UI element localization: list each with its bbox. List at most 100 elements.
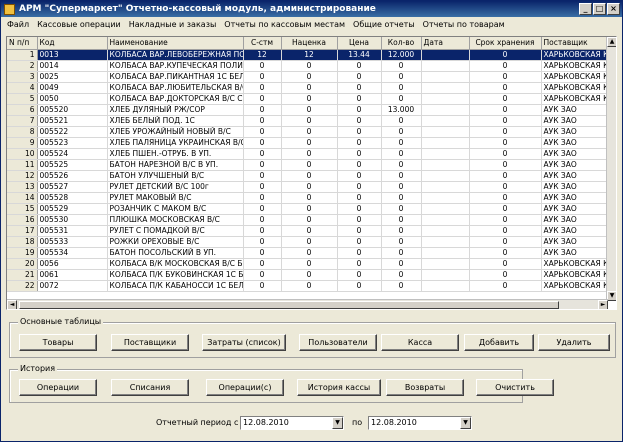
table-cell — [421, 82, 470, 94]
table-row[interactable]: 1 0013 КОЛБАСА ВАР.ЛЕВОБЕРЕЖНАЯ ПОЛИ 12 12 13… — [7, 49, 614, 61]
scroll-right-arrow-icon[interactable]: ► — [598, 300, 608, 309]
scroll-up-arrow-icon[interactable]: ▲ — [607, 37, 616, 47]
table-cell: 8 — [7, 126, 38, 138]
clear-button[interactable]: Очистить — [476, 379, 554, 396]
title-bar[interactable]: АРМ "Супермаркет" Отчетно-кассовый модул… — [1, 1, 622, 17]
menu-general-reports[interactable]: Общие отчеты — [349, 20, 419, 29]
column-header-quantity[interactable]: Кол-во — [381, 37, 422, 50]
table-cell: 9 — [7, 137, 38, 149]
table-cell: 0 — [337, 82, 382, 94]
operations-c-button[interactable]: Операции(с) — [206, 379, 284, 396]
suppliers-button[interactable]: Поставщики — [111, 334, 189, 351]
table-row[interactable]: 13 005527 РУЛЕТ ДЕТСКИЙ В/С 100г 0 0 0 0 0 АУК З… — [7, 181, 614, 193]
maximize-button[interactable]: □ — [593, 3, 606, 15]
table-cell: 0 — [243, 115, 282, 127]
column-header-markup[interactable]: Наценка — [281, 37, 338, 50]
cash-register-button[interactable]: Касса — [381, 334, 459, 351]
table-row[interactable]: 18 005533 РОЖКИ ОРЕХОВЫЕ В/С 0 0 0 0 0 АУК ЗАО — [7, 236, 614, 248]
table-cell: 16 — [7, 214, 38, 226]
table-row[interactable]: 16 005530 ПЛЮШКА МОСКОВСКАЯ В/С 0 0 0 0 0 АУК ЗА… — [7, 214, 614, 226]
add-button[interactable]: Добавить — [464, 334, 534, 351]
table-row[interactable]: 22 0072 КОЛБАСА П/К КАБАНОССИ 1С БЕЛК 0 0 0 0 0… — [7, 280, 614, 292]
users-button[interactable]: Пользователи — [299, 334, 377, 351]
table-row[interactable]: 5 0050 КОЛБАСА ВАР.ДОКТОРСКАЯ В/С СИ 0 0 0 0 0 Х… — [7, 93, 614, 105]
table-cell: КОЛБАСА ВАР.КУПЕЧЕСКАЯ ПОЛИА — [107, 60, 244, 72]
table-row[interactable]: 15 005529 РОЗАНЧИК С МАКОМ В/С 0 0 0 0 0 АУК ЗАО — [7, 203, 614, 215]
table-cell: 6 — [7, 104, 38, 116]
table-cell: 0 — [469, 126, 542, 138]
table-row[interactable]: 21 0061 КОЛБАСА П/К БУКОВИНСКАЯ 1С БЕЛ 0 0 0 0… — [7, 269, 614, 281]
scroll-down-arrow-icon[interactable]: ▼ — [607, 291, 616, 301]
table-cell: 0 — [381, 269, 422, 281]
table-cell: 0 — [337, 93, 382, 105]
column-header-cost[interactable]: С-стм — [243, 37, 282, 50]
table-row[interactable]: 2 0014 КОЛБАСА ВАР.КУПЕЧЕСКАЯ ПОЛИА 0 0 0 0 0 ХА… — [7, 60, 614, 72]
table-row[interactable]: 7 005521 ХЛЕБ БЕЛЫЙ ПОД. 1С 0 0 0 0 0 АУК ЗАО — [7, 115, 614, 127]
menu-cashier-reports[interactable]: Отчеты по кассовым местам — [220, 20, 349, 29]
chevron-down-icon[interactable]: ▼ — [332, 417, 343, 429]
vertical-scrollbar[interactable]: ▲ ▼ — [606, 37, 616, 301]
table-cell: 0 — [281, 192, 338, 204]
column-header-shelf-life[interactable]: Срок хранения — [469, 37, 542, 50]
table-cell: 0 — [381, 214, 422, 226]
column-header-supplier[interactable]: Поставщик — [541, 37, 614, 50]
horizontal-scroll-thumb[interactable] — [19, 301, 559, 309]
chevron-down-icon[interactable]: ▼ — [460, 417, 471, 429]
menu-cash-operations[interactable]: Кассовые операции — [33, 20, 125, 29]
table-row[interactable]: 14 005528 РУЛЕТ МАКОВЫЙ В/С 0 0 0 0 0 АУК ЗАО — [7, 192, 614, 204]
horizontal-scrollbar[interactable]: ◄ ► — [7, 299, 608, 309]
table-row[interactable]: 8 005522 ХЛЕБ УРОЖАЙНЫЙ НОВЫЙ В/С 0 0 0 0 0 АУК … — [7, 126, 614, 138]
table-cell: 4 — [7, 82, 38, 94]
table-cell: 0 — [337, 148, 382, 160]
table-row[interactable]: 11 005525 БАТОН НАРЕЗНОЙ В/С В УП. 0 0 0 0 0 АУК… — [7, 159, 614, 171]
column-header-price[interactable]: Цена — [337, 37, 382, 50]
menu-file[interactable]: Файл — [3, 20, 33, 29]
table-cell: 0 — [381, 170, 422, 182]
period-from-combo[interactable]: 12.08.2010 ▼ — [240, 416, 344, 430]
products-button[interactable]: Товары — [19, 334, 97, 351]
table-row[interactable]: 3 0025 КОЛБАСА ВАР.ПИКАНТНАЯ 1С БЕЛК 0 0 0 0 0 Х… — [7, 71, 614, 83]
menu-product-reports[interactable]: Отчеты по товарам — [419, 20, 509, 29]
table-cell: 0 — [243, 170, 282, 182]
table-row[interactable]: 17 005531 РУЛЕТ С ПОМАДКОЙ В/С 0 0 0 0 0 АУК ЗАО — [7, 225, 614, 237]
delete-button[interactable]: Удалить — [538, 334, 610, 351]
table-cell: 0 — [281, 82, 338, 94]
table-row[interactable]: 10 005524 ХЛЕБ ПШЕН.-ОТРУБ. В УП. 0 0 0 0 0 АУК … — [7, 148, 614, 160]
table-row[interactable]: 20 0056 КОЛБАСА В/К МОСКОВСКАЯ В/С БЕЛ 0 0 0 0… — [7, 258, 614, 270]
products-grid[interactable]: N п/п Код Наименование С-стм Наценка Цен… — [6, 36, 617, 310]
minimize-button[interactable]: _ — [579, 3, 592, 15]
table-cell: ХАРЬКОВСКАЯ К — [541, 258, 614, 270]
table-row[interactable]: 4 0049 КОЛБАСА ВАР.ЛЮБИТЕЛЬСКАЯ В/С 0 0 0 0 0 ХА… — [7, 82, 614, 94]
close-button[interactable]: × — [607, 3, 620, 15]
table-row[interactable]: 6 005520 ХЛЕБ ДУЛЯНЫЙ РЖ/СОР 0 0 0 13.000 0 АУК … — [7, 104, 614, 116]
table-cell: 0 — [469, 148, 542, 160]
menu-invoices-orders[interactable]: Накладные и заказы — [125, 20, 221, 29]
table-cell: 0 — [469, 280, 542, 292]
column-header-num[interactable]: N п/п — [7, 37, 38, 50]
table-row[interactable]: 19 005534 БАТОН ПОСОЛЬСКИЙ В УП. 0 0 0 0 0 АУК З… — [7, 247, 614, 259]
table-cell: 005533 — [37, 236, 108, 248]
table-cell: 0 — [469, 269, 542, 281]
table-row[interactable]: 12 005526 БАТОН УЛУЧШЕНЫЙ В/С 0 0 0 0 0 АУК ЗАО — [7, 170, 614, 182]
expenses-list-button[interactable]: Затраты (список) — [202, 334, 286, 351]
returns-button[interactable]: Возвраты — [386, 379, 464, 396]
table-cell: КОЛБАСА В/К МОСКОВСКАЯ В/С БЕЛ — [107, 258, 244, 270]
table-cell — [421, 247, 470, 259]
column-header-code[interactable]: Код — [37, 37, 108, 50]
table-cell: 005521 — [37, 115, 108, 127]
period-to-combo[interactable]: 12.08.2010 ▼ — [368, 416, 472, 430]
cash-history-button[interactable]: История кассы — [297, 379, 381, 396]
column-header-name[interactable]: Наименование — [107, 37, 244, 50]
table-cell — [421, 71, 470, 83]
operations-button[interactable]: Операции — [19, 379, 97, 396]
table-cell — [421, 93, 470, 105]
products-table: N п/п Код Наименование С-стм Наценка Цен… — [7, 37, 614, 292]
table-row[interactable]: 9 005523 ХЛЕБ ПАЛЯНИЦА УКРАИНСКАЯ В/С 0 0 0 0 0… — [7, 137, 614, 149]
table-cell: 0 — [337, 236, 382, 248]
table-cell: ХЛЕБ ДУЛЯНЫЙ РЖ/СОР — [107, 104, 244, 116]
write-offs-button[interactable]: Списания — [111, 379, 189, 396]
scroll-left-arrow-icon[interactable]: ◄ — [7, 300, 17, 309]
table-cell: КОЛБАСА ВАР.ЛЕВОБЕРЕЖНАЯ ПОЛИ — [107, 49, 244, 61]
column-header-date[interactable]: Дата — [421, 37, 470, 50]
table-cell: 0 — [243, 60, 282, 72]
